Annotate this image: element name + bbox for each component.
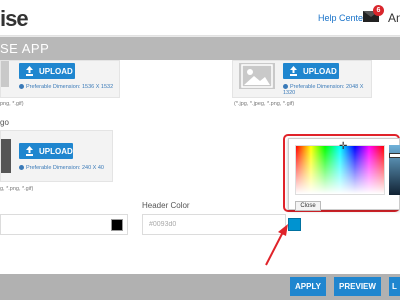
annotation-arrow-icon bbox=[265, 224, 288, 266]
user-name[interactable]: Am bbox=[388, 11, 400, 25]
app-page: ise Help Center 6 Am SE APP UPLOAD Prefe… bbox=[0, 0, 400, 300]
upload-card-splash: UPLOAD Preferable Dimension: 1536 X 1532 bbox=[0, 60, 120, 98]
preview-button[interactable]: PREVIEW bbox=[334, 277, 381, 296]
format-hint: png, *.gif) bbox=[0, 101, 24, 107]
upload-icon bbox=[26, 146, 33, 156]
brightness-slider[interactable] bbox=[389, 145, 400, 195]
upload-button[interactable]: UPLOAD bbox=[283, 63, 339, 79]
header-color-label: Header Color bbox=[142, 201, 190, 210]
info-icon bbox=[19, 165, 24, 171]
upload-icon bbox=[26, 66, 33, 76]
logo-thumbnail bbox=[1, 139, 11, 173]
upload-card-logo: UPLOAD Preferable Dimension: 240 X 40 bbox=[0, 130, 113, 182]
help-center-link[interactable]: Help Center bbox=[318, 13, 366, 23]
upload-card-banner: UPLOAD Preferable Dimension: 2048 X 1320 bbox=[232, 60, 372, 98]
theme-color-swatch[interactable] bbox=[111, 219, 123, 231]
format-hint: g, *.png, *.gif) bbox=[0, 186, 34, 192]
theme-color-field[interactable] bbox=[0, 214, 128, 235]
logo-label: go bbox=[0, 118, 9, 127]
preferable-dimension: Preferable Dimension: 1536 X 1532 bbox=[19, 84, 113, 90]
crosshair-icon[interactable]: ✛ bbox=[339, 142, 347, 152]
info-icon bbox=[283, 84, 288, 90]
image-placeholder-icon bbox=[1, 61, 9, 87]
preferable-dimension: Preferable Dimension: 240 X 40 bbox=[19, 165, 104, 171]
action-bar: APPLY PREVIEW L bbox=[0, 274, 400, 300]
header-color-input[interactable] bbox=[149, 221, 259, 228]
preferable-dimension: Preferable Dimension: 2048 X 1320 bbox=[283, 84, 364, 96]
page-title: SE APP bbox=[0, 41, 50, 56]
top-header: ise Help Center 6 Am bbox=[0, 0, 400, 36]
format-hint: (*.jpg, *.jpeg, *.png, *.gif) bbox=[234, 101, 295, 107]
close-button[interactable]: Close bbox=[295, 201, 321, 211]
upload-button[interactable]: UPLOAD bbox=[19, 63, 75, 79]
info-icon bbox=[19, 84, 24, 90]
color-picker-popover: ✛ Close bbox=[288, 138, 400, 211]
more-action-button[interactable]: L bbox=[389, 277, 400, 296]
color-spectrum[interactable] bbox=[295, 145, 385, 195]
upload-button[interactable]: UPLOAD bbox=[19, 143, 73, 159]
mail-count-badge: 6 bbox=[373, 5, 384, 16]
upload-icon bbox=[290, 66, 297, 76]
brand-logo: ise bbox=[0, 6, 29, 31]
image-placeholder-icon bbox=[239, 63, 275, 89]
page-title-bar: SE APP bbox=[0, 37, 400, 60]
apply-button[interactable]: APPLY bbox=[290, 277, 326, 296]
